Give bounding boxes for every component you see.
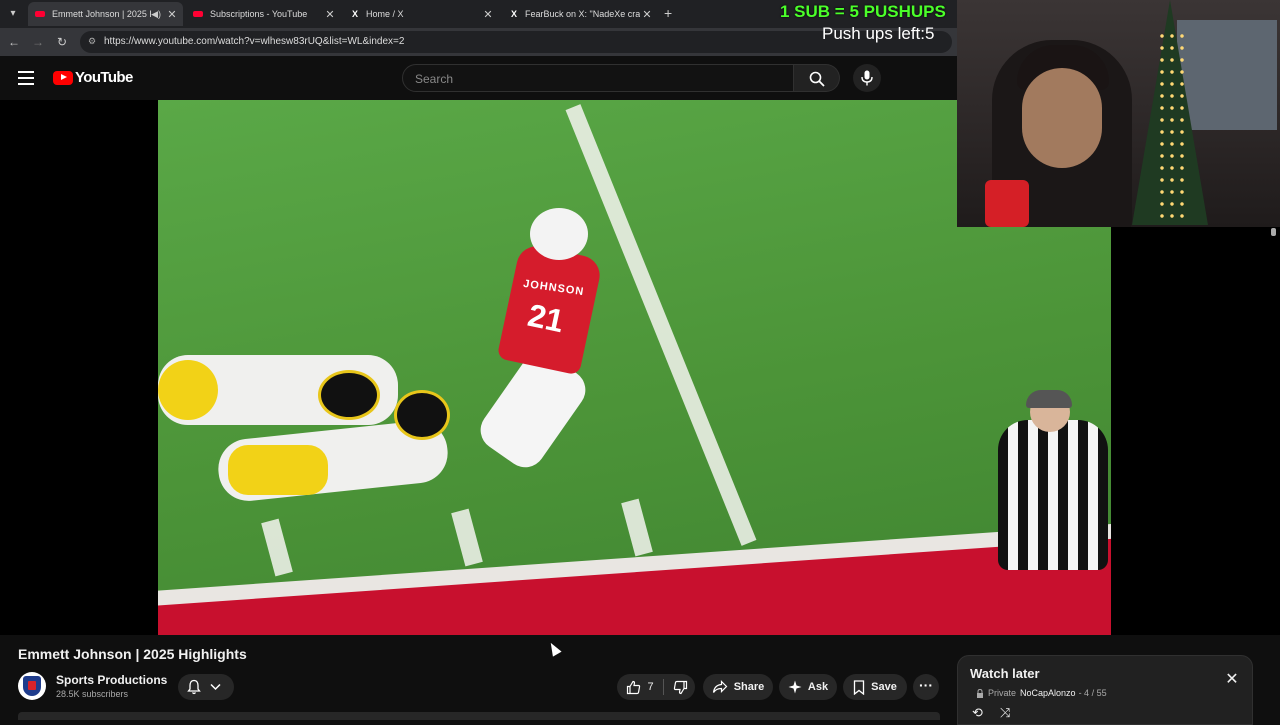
- description-box[interactable]: [18, 712, 940, 720]
- new-tab-button[interactable]: +: [664, 5, 672, 21]
- red-object: [985, 180, 1029, 227]
- search-button[interactable]: [794, 64, 840, 92]
- youtube-icon: [193, 11, 203, 17]
- watch-later-panel: Watch later Private NoCapAlonzo - 4 / 55…: [957, 655, 1253, 725]
- back-arrow-icon[interactable]: ←: [5, 33, 23, 51]
- pushups-challenge-text: 1 SUB = 5 PUSHUPS: [780, 2, 946, 21]
- lock-icon: [977, 688, 983, 698]
- notification-button[interactable]: [178, 674, 234, 700]
- youtube-masthead: YouTube: [0, 56, 957, 100]
- playlist-owner[interactable]: NoCapAlonzo: [1020, 688, 1076, 698]
- defender-helmet: [394, 390, 450, 440]
- bookmark-icon: [853, 679, 865, 695]
- site-info-icon[interactable]: ⚙: [88, 36, 98, 46]
- dislike-button[interactable]: [665, 674, 695, 700]
- save-label: Save: [871, 681, 897, 693]
- speaker-icon[interactable]: ◀): [151, 9, 161, 20]
- streamer-face: [1022, 68, 1102, 168]
- video-title: Emmett Johnson | 2025 Highlights: [18, 646, 247, 662]
- youtube-logo-text: YouTube: [75, 69, 133, 86]
- playlist-title[interactable]: Watch later: [970, 666, 1040, 681]
- x-icon: X: [510, 9, 517, 19]
- like-divider: [663, 679, 664, 695]
- like-count: 7: [647, 681, 654, 693]
- channel-name[interactable]: Sports Productions: [56, 673, 167, 687]
- christmas-lights: [1157, 30, 1187, 220]
- chevron-down-icon: [210, 683, 221, 691]
- referee: [998, 420, 1108, 570]
- pushups-left-text: Push ups left:5: [822, 24, 935, 43]
- voice-search-button[interactable]: [853, 64, 881, 92]
- thumbs-down-icon: [673, 680, 687, 694]
- playlist-position: - 4 / 55: [1078, 688, 1107, 698]
- tab-subscriptions[interactable]: Subscriptions - YouTube ✕: [186, 2, 341, 26]
- youtube-logo-icon: [53, 70, 73, 85]
- defender-jersey: [158, 360, 218, 420]
- shuffle-icon[interactable]: ⤨: [1000, 705, 1010, 721]
- playlist-privacy: Private: [988, 688, 1017, 698]
- tab-search-icon[interactable]: ▾: [4, 5, 22, 23]
- sparkle-icon: [788, 680, 802, 694]
- reload-icon[interactable]: ↻: [53, 33, 71, 51]
- scrollbar-thumb[interactable]: [1271, 228, 1276, 236]
- bell-icon: [187, 679, 201, 695]
- defender-pants: [228, 445, 328, 495]
- forward-arrow-icon[interactable]: →: [29, 33, 47, 51]
- save-button[interactable]: Save: [843, 674, 907, 700]
- tab-title: FearBuck on X: "NadeXe crashe: [525, 9, 640, 19]
- webcam-overlay: [957, 0, 1280, 227]
- tab-title: Subscriptions - YouTube: [210, 9, 308, 19]
- share-button[interactable]: Share: [703, 674, 773, 700]
- close-icon[interactable]: ✕: [481, 8, 495, 21]
- shield-icon: [23, 676, 41, 696]
- tab-title: Home / X: [366, 9, 404, 19]
- search-icon: [809, 71, 825, 87]
- subscriber-count: 28.5K subscribers: [56, 689, 129, 699]
- youtube-icon: [35, 11, 45, 17]
- channel-avatar[interactable]: [18, 672, 46, 700]
- close-icon[interactable]: ✕: [1224, 672, 1240, 688]
- tab-emmett-johnson[interactable]: Emmett Johnson | 2025 High ◀) ✕: [28, 2, 183, 26]
- referee-cap: [1026, 390, 1072, 408]
- jersey-number: 21: [524, 296, 568, 340]
- mouse-cursor: [546, 640, 562, 657]
- youtube-logo[interactable]: YouTube: [53, 69, 133, 86]
- close-icon[interactable]: ✕: [165, 8, 179, 21]
- close-icon[interactable]: ✕: [640, 8, 654, 21]
- microphone-icon: [861, 70, 873, 86]
- defender-helmet: [318, 370, 380, 420]
- menu-icon[interactable]: [18, 71, 34, 85]
- ask-button[interactable]: Ask: [779, 674, 837, 700]
- thumbs-up-icon: [627, 680, 641, 694]
- like-button[interactable]: 7: [617, 674, 663, 700]
- runner-helmet: [530, 208, 588, 260]
- more-actions-button[interactable]: ···: [913, 674, 939, 700]
- tab-title: Emmett Johnson | 2025 High: [52, 9, 151, 19]
- search-input[interactable]: [413, 71, 787, 87]
- share-icon: [712, 680, 728, 693]
- tab-fearbuck[interactable]: X FearBuck on X: "NadeXe crashe ✕: [503, 2, 658, 26]
- x-icon: X: [351, 9, 358, 19]
- playlist-meta: Private NoCapAlonzo - 4 / 55: [976, 688, 1107, 698]
- tab-home-x[interactable]: X Home / X ✕: [344, 2, 499, 26]
- loop-icon[interactable]: ⟲: [972, 705, 983, 721]
- url-text[interactable]: https://www.youtube.com/watch?v=wlhesw83…: [104, 36, 404, 47]
- ask-label: Ask: [807, 681, 829, 693]
- share-label: Share: [733, 681, 765, 693]
- search-box: [402, 64, 794, 92]
- close-icon[interactable]: ✕: [323, 8, 337, 21]
